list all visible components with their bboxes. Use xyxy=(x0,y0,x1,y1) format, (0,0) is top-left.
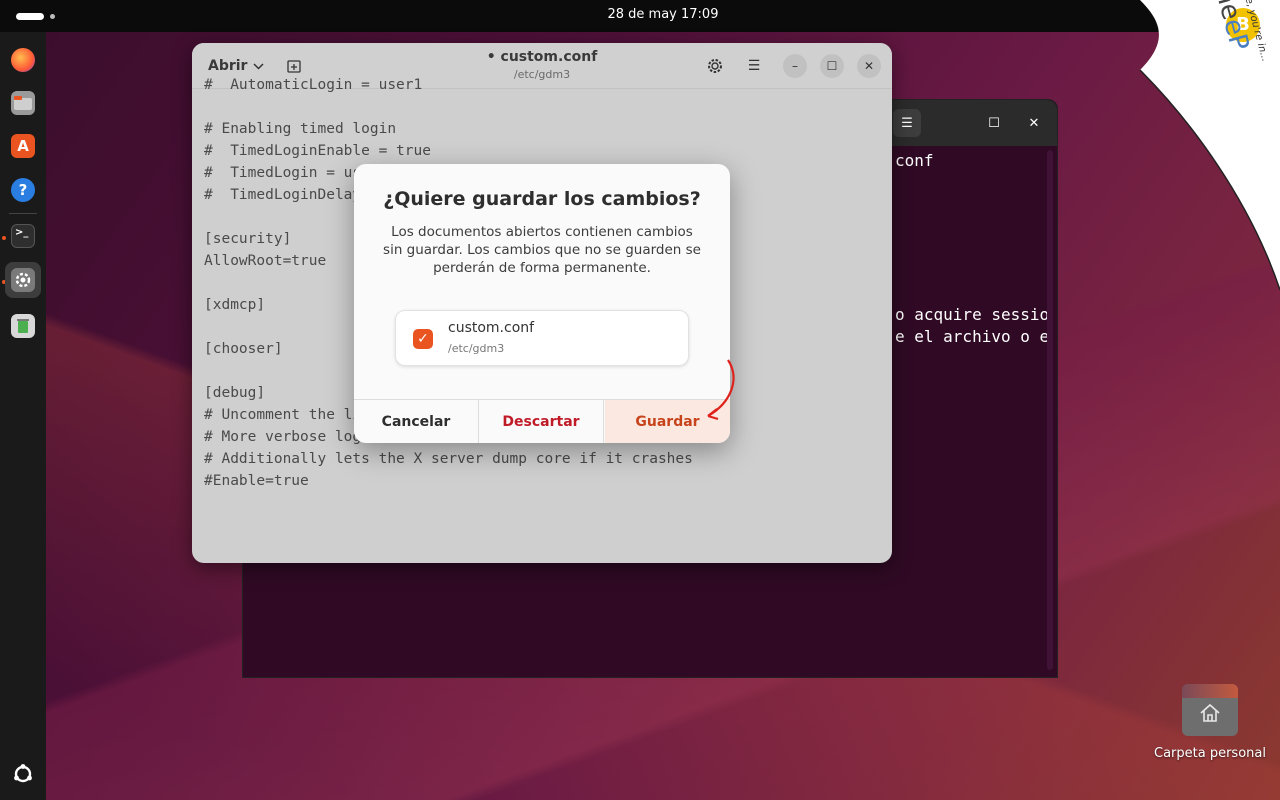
workspace-pill xyxy=(16,13,44,20)
files-icon xyxy=(11,91,35,115)
maximize-icon: ☐ xyxy=(826,59,838,73)
settings-icon xyxy=(11,268,35,292)
close-icon: ✕ xyxy=(863,59,875,73)
help-icon: ? xyxy=(11,178,35,202)
dock-item-app-center[interactable]: A xyxy=(5,128,41,164)
app-center-icon: A xyxy=(11,134,35,158)
file-path: /etc/gdm3 xyxy=(448,342,505,355)
dock-item-help[interactable]: ? xyxy=(5,172,41,208)
dock: A ? >_ xyxy=(0,32,46,800)
dock-item-trash[interactable] xyxy=(5,308,41,344)
dock-separator xyxy=(9,213,37,214)
language-button[interactable] xyxy=(701,52,729,80)
main-menu-button[interactable]: ☰ xyxy=(740,52,768,80)
file-list-item[interactable]: ✓ custom.conf /etc/gdm3 xyxy=(395,310,689,366)
workspace-dot xyxy=(50,14,55,19)
terminal-close-button[interactable]: ✕ xyxy=(1020,109,1048,137)
code-line: # Additionally lets the X server dump co… xyxy=(204,451,693,467)
folder-tab xyxy=(1182,684,1238,698)
terminal-output-line: o acquire sessio xyxy=(895,305,1050,324)
dock-item-files[interactable] xyxy=(5,85,41,121)
dock-item-terminal[interactable]: >_ xyxy=(5,218,41,254)
document-path: /etc/gdm3 xyxy=(513,68,571,81)
hamburger-menu-icon: ☰ xyxy=(747,58,761,74)
code-line: [security] xyxy=(204,231,292,247)
code-line: # More verbose logs xyxy=(204,429,370,445)
dialog-message: Los documentos abiertos contienen cambio… xyxy=(383,224,701,276)
chevron-down-icon xyxy=(253,62,264,70)
code-line: # TimedLoginEnable = true xyxy=(204,143,431,159)
dock-item-settings[interactable] xyxy=(5,262,41,298)
cancel-button[interactable]: Cancelar xyxy=(354,400,479,443)
activities-indicator[interactable] xyxy=(12,10,55,22)
document-filename: custom.conf xyxy=(500,49,598,65)
top-bar: 28 de may 17:09 xyxy=(0,0,1280,32)
gear-icon xyxy=(708,59,722,73)
code-line: [chooser] xyxy=(204,341,283,357)
corner-brand-logo: B SomeeP Smile, you're in... xyxy=(1130,0,1280,290)
open-label: Abrir xyxy=(208,58,248,74)
code-line: # Enabling timed login xyxy=(204,121,397,137)
save-changes-dialog: ¿Quiere guardar los cambios? Los documen… xyxy=(354,164,730,443)
code-line: [debug] xyxy=(204,385,266,401)
desktop-home-label: Carpeta personal xyxy=(1154,746,1266,761)
terminal-maximize-button[interactable]: ☐ xyxy=(980,109,1008,137)
terminal-menu-button[interactable]: ☰ xyxy=(893,109,921,137)
document-title: • custom.conf xyxy=(442,49,642,65)
minimize-button[interactable]: – xyxy=(783,54,807,78)
code-line: #Enable=true xyxy=(204,473,309,489)
ubuntu-logo-icon xyxy=(11,762,35,786)
save-button[interactable]: Guardar xyxy=(605,400,730,443)
minimize-icon: – xyxy=(792,59,798,73)
terminal-output-line: e el archivo o e xyxy=(895,327,1050,346)
terminal-output-line: conf xyxy=(895,151,934,170)
new-tab-icon xyxy=(287,60,301,73)
clock[interactable]: 28 de may 17:09 xyxy=(560,7,766,22)
dock-apps-grid[interactable] xyxy=(5,756,41,792)
discard-button[interactable]: Descartar xyxy=(479,400,604,443)
home-icon xyxy=(1200,703,1220,722)
file-name: custom.conf xyxy=(448,320,535,336)
firefox-icon xyxy=(11,48,35,72)
dock-item-firefox[interactable] xyxy=(5,42,41,78)
trash-icon xyxy=(11,314,35,338)
maximize-button[interactable]: ☐ xyxy=(820,54,844,78)
terminal-icon: >_ xyxy=(11,224,35,248)
close-button[interactable]: ✕ xyxy=(857,54,881,78)
dialog-title: ¿Quiere guardar los cambios? xyxy=(383,188,701,210)
modified-indicator: • xyxy=(486,49,496,65)
code-line: [xdmcp] xyxy=(204,297,266,313)
dialog-button-row: Cancelar Descartar Guardar xyxy=(354,399,730,443)
new-tab-button[interactable] xyxy=(280,52,308,80)
folder-icon xyxy=(1182,684,1238,736)
terminal-scrollbar[interactable] xyxy=(1047,150,1053,670)
code-line: # AutomaticLogin = user1 xyxy=(204,77,423,93)
file-checkbox[interactable]: ✓ xyxy=(413,329,433,349)
code-line: AllowRoot=true xyxy=(204,253,327,269)
desktop-home-folder[interactable]: Carpeta personal xyxy=(1150,684,1270,768)
